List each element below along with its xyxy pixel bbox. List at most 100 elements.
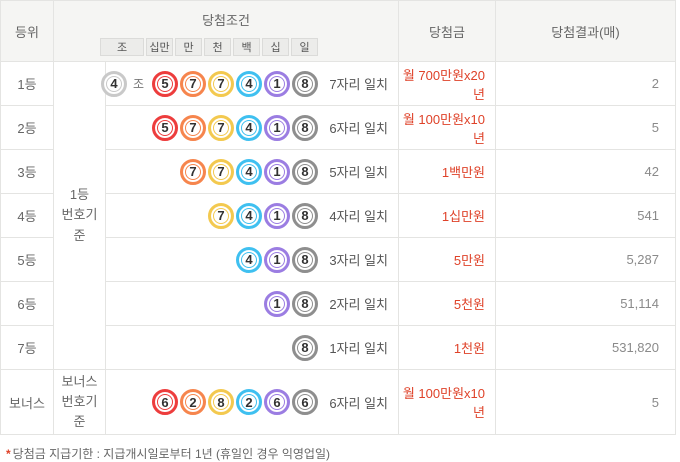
prize-cell: 1백만원 xyxy=(399,150,496,194)
winner-count-cell: 51,114 xyxy=(496,282,676,326)
number-ball: 1 xyxy=(264,159,290,185)
footnote: *당첨금 지급기한 : 지급개시일로부터 1년 (휴일인 경우 익영업일) xyxy=(6,445,680,462)
rank-cell: 2등 xyxy=(1,106,54,150)
number-ball: 7 xyxy=(180,159,206,185)
header-row: 등위 당첨조건 조십만만천백십일 당첨금 당첨결과(매) xyxy=(1,1,676,62)
number-ball: 4 xyxy=(101,71,127,97)
winner-count-cell: 5 xyxy=(496,370,676,435)
number-ball: 7 xyxy=(208,115,234,141)
digit-label-box: 일 xyxy=(291,38,318,56)
prize-cell: 5천원 xyxy=(399,282,496,326)
number-ball: 7 xyxy=(208,71,234,97)
winning-number-balls: 4조577418 xyxy=(101,71,318,97)
number-ball: 4 xyxy=(236,71,262,97)
winner-count-cell: 5 xyxy=(496,106,676,150)
match-condition-label: 5자리 일치 xyxy=(318,162,398,181)
number-ball: 4 xyxy=(236,159,262,185)
winning-number-balls: 7418 xyxy=(208,203,318,229)
match-condition-label: 2자리 일치 xyxy=(318,294,398,313)
number-ball: 4 xyxy=(236,247,262,273)
digit-label-box: 백 xyxy=(233,38,260,56)
condition-cell: 6282666자리 일치 xyxy=(106,370,399,435)
prize-cell: 5만원 xyxy=(399,238,496,282)
number-ball: 8 xyxy=(292,335,318,361)
condition-cell: 774185자리 일치 xyxy=(106,150,399,194)
number-ball: 1 xyxy=(264,203,290,229)
header-prize: 당첨금 xyxy=(399,1,496,62)
number-ball: 5 xyxy=(152,71,178,97)
header-condition-label: 당첨조건 xyxy=(54,1,398,38)
prize-cell: 월 100만원x10년 xyxy=(399,370,496,435)
criteria-group-label: 1등 xyxy=(56,185,103,205)
match-condition-label: 4자리 일치 xyxy=(318,206,398,225)
winning-number-balls: 77418 xyxy=(180,159,318,185)
criteria-group-label: 번호기준 xyxy=(56,205,103,245)
number-ball: 7 xyxy=(208,203,234,229)
condition-cell: 81자리 일치 xyxy=(106,326,399,370)
digit-label-box: 조 xyxy=(100,38,144,56)
winning-number-balls: 18 xyxy=(264,291,318,317)
header-rank: 등위 xyxy=(1,1,54,62)
condition-content: 6282666자리 일치 xyxy=(106,389,398,415)
winner-count-cell: 541 xyxy=(496,194,676,238)
rank-cell: 3등 xyxy=(1,150,54,194)
number-ball: 8 xyxy=(292,71,318,97)
winner-count-cell: 42 xyxy=(496,150,676,194)
number-ball: 1 xyxy=(264,291,290,317)
number-ball: 7 xyxy=(208,159,234,185)
condition-cell: 182자리 일치 xyxy=(106,282,399,326)
criteria-group-cell: 1등번호기준 xyxy=(54,62,106,370)
prize-cell: 월 700만원x20년 xyxy=(399,62,496,106)
winner-count-cell: 531,820 xyxy=(496,326,676,370)
jo-unit-label: 조 xyxy=(133,75,144,92)
number-ball: 7 xyxy=(180,71,206,97)
digit-label-box: 십만 xyxy=(146,38,173,56)
condition-content: 5774186자리 일치 xyxy=(106,115,398,141)
lottery-results-table: 등위 당첨조건 조십만만천백십일 당첨금 당첨결과(매) 1등1등번호기준4조5… xyxy=(0,0,676,435)
winning-number-balls: 8 xyxy=(292,335,318,361)
match-condition-label: 1자리 일치 xyxy=(318,338,398,357)
prize-cell: 1천원 xyxy=(399,326,496,370)
number-ball: 5 xyxy=(152,115,178,141)
rank-cell: 7등 xyxy=(1,326,54,370)
match-condition-label: 3자리 일치 xyxy=(318,250,398,269)
number-ball: 8 xyxy=(292,291,318,317)
rank-cell: 5등 xyxy=(1,238,54,282)
winner-count-cell: 5,287 xyxy=(496,238,676,282)
number-ball: 1 xyxy=(264,247,290,273)
criteria-group-cell: 보너스번호기준 xyxy=(54,370,106,435)
winning-number-balls: 418 xyxy=(236,247,318,273)
number-ball: 6 xyxy=(264,389,290,415)
number-ball: 8 xyxy=(292,159,318,185)
match-condition-label: 7자리 일치 xyxy=(318,74,398,93)
number-ball: 8 xyxy=(292,115,318,141)
rank-cell: 1등 xyxy=(1,62,54,106)
table-body: 1등1등번호기준4조5774187자리 일치월 700만원x20년22등5774… xyxy=(1,62,676,435)
digit-label-box: 십 xyxy=(262,38,289,56)
condition-cell: 5774186자리 일치 xyxy=(106,106,399,150)
winner-count-cell: 2 xyxy=(496,62,676,106)
table-row: 1등1등번호기준4조5774187자리 일치월 700만원x20년2 xyxy=(1,62,676,106)
bonus-row: 보너스보너스번호기준6282666자리 일치월 100만원x10년5 xyxy=(1,370,676,435)
condition-content: 182자리 일치 xyxy=(106,291,398,317)
number-ball: 8 xyxy=(292,247,318,273)
condition-cell: 74184자리 일치 xyxy=(106,194,399,238)
prize-cell: 월 100만원x10년 xyxy=(399,106,496,150)
digit-labels-row: 조십만만천백십일 xyxy=(54,38,318,56)
match-condition-label: 6자리 일치 xyxy=(318,118,398,137)
condition-cell: 4183자리 일치 xyxy=(106,238,399,282)
number-ball: 7 xyxy=(180,115,206,141)
number-ball: 1 xyxy=(264,71,290,97)
condition-cell: 4조5774187자리 일치 xyxy=(106,62,399,106)
rank-cell: 보너스 xyxy=(1,370,54,435)
prize-cell: 1십만원 xyxy=(399,194,496,238)
rank-cell: 6등 xyxy=(1,282,54,326)
number-ball: 2 xyxy=(180,389,206,415)
number-ball: 8 xyxy=(292,203,318,229)
number-ball: 6 xyxy=(292,389,318,415)
criteria-group-label: 번호기준 xyxy=(56,392,103,432)
condition-content: 774185자리 일치 xyxy=(106,159,398,185)
condition-content: 74184자리 일치 xyxy=(106,203,398,229)
condition-content: 4183자리 일치 xyxy=(106,247,398,273)
criteria-group-label: 보너스 xyxy=(56,372,103,392)
